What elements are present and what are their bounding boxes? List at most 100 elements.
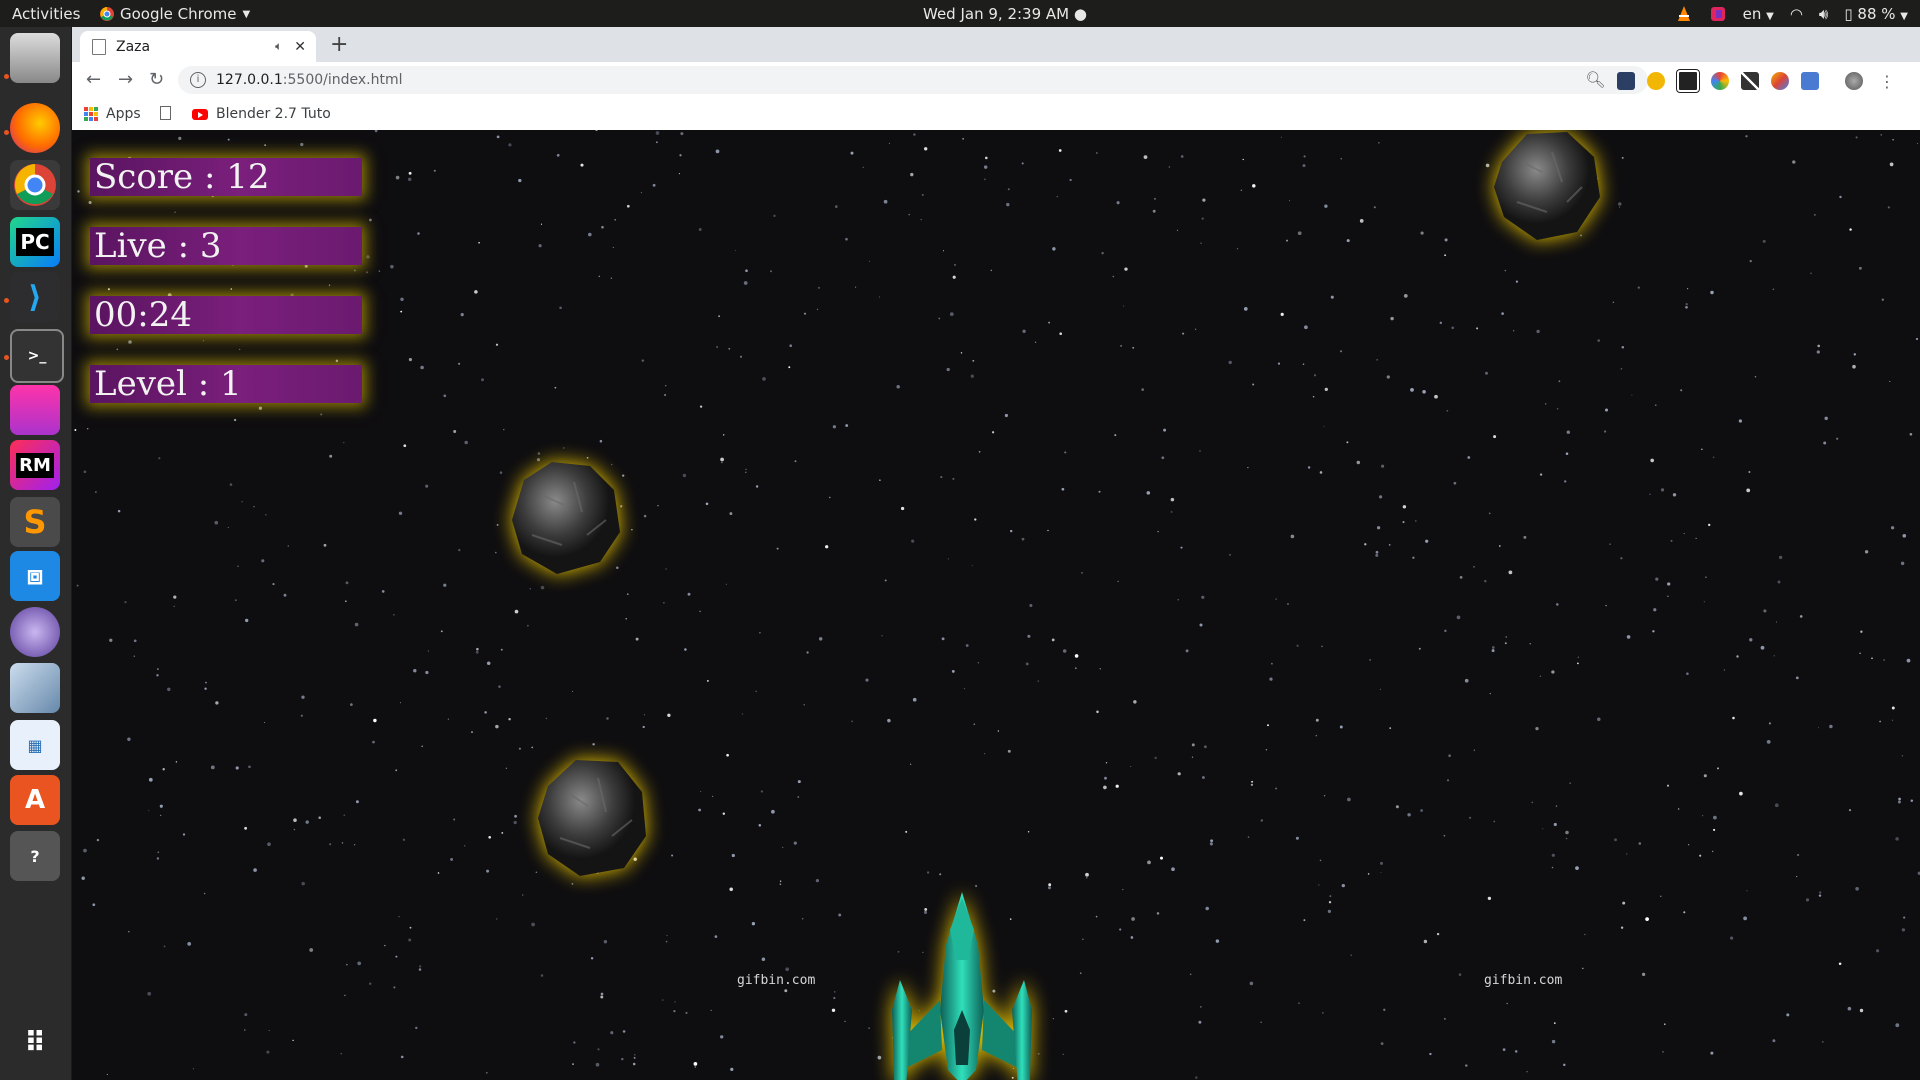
star bbox=[972, 359, 975, 362]
star bbox=[1667, 595, 1669, 598]
star bbox=[731, 853, 735, 858]
new-tab-button[interactable]: + bbox=[330, 32, 348, 57]
star bbox=[1124, 267, 1128, 271]
audio-icon[interactable]: 🔈︎ bbox=[275, 39, 282, 54]
forward-icon[interactable]: → bbox=[118, 69, 133, 90]
star bbox=[1523, 535, 1527, 539]
activities-button[interactable]: Activities bbox=[12, 5, 80, 23]
vscode-icon[interactable]: ⟩ bbox=[10, 272, 60, 322]
app-menu[interactable]: Google Chrome ▼ bbox=[100, 5, 250, 23]
tab-zaza[interactable]: Zaza 🔈︎ ✕ bbox=[80, 31, 316, 62]
star bbox=[381, 590, 385, 593]
software-icon[interactable]: A bbox=[10, 775, 60, 825]
eclipse-icon[interactable] bbox=[10, 607, 60, 657]
star bbox=[1418, 647, 1421, 650]
extension-icon[interactable] bbox=[1647, 72, 1665, 90]
extension-icon[interactable] bbox=[1801, 72, 1819, 90]
star bbox=[1052, 247, 1056, 251]
star bbox=[758, 824, 762, 827]
terminal-icon[interactable]: >_ bbox=[10, 329, 64, 383]
address-bar[interactable]: i 127.0.0.1:5500/index.html 🔍︎ ☆ bbox=[178, 66, 1648, 94]
star bbox=[1730, 936, 1734, 940]
extension-icon[interactable] bbox=[1677, 70, 1699, 92]
star bbox=[117, 509, 121, 513]
star bbox=[1027, 634, 1031, 638]
star bbox=[1553, 1022, 1556, 1024]
firefox-icon[interactable] bbox=[10, 103, 60, 153]
star bbox=[1062, 1053, 1064, 1055]
menu-icon[interactable]: ⋮ bbox=[1879, 72, 1895, 91]
clock[interactable]: Wed Jan 9, 2:39 AM ● bbox=[923, 5, 1087, 23]
bookmark-blank[interactable] bbox=[160, 106, 171, 120]
volume-icon[interactable]: 🔊︎ bbox=[1819, 5, 1828, 23]
info-icon[interactable]: i bbox=[190, 72, 206, 88]
language-indicator[interactable]: en ▼ bbox=[1743, 5, 1774, 23]
star bbox=[253, 868, 257, 872]
eyedropper-icon[interactable] bbox=[1741, 72, 1759, 90]
app-icon[interactable] bbox=[10, 385, 60, 435]
star bbox=[939, 873, 942, 876]
star bbox=[832, 425, 837, 429]
star bbox=[159, 804, 163, 808]
star bbox=[554, 386, 557, 389]
chrome-dock-item[interactable] bbox=[10, 160, 60, 210]
star bbox=[755, 485, 759, 488]
pycharm-icon[interactable]: PC bbox=[10, 217, 60, 267]
close-icon[interactable]: ✕ bbox=[294, 39, 306, 55]
rubymine-icon[interactable]: RM bbox=[10, 440, 60, 490]
star bbox=[1312, 396, 1315, 398]
star bbox=[900, 506, 905, 511]
files-icon[interactable] bbox=[10, 33, 60, 83]
star bbox=[1205, 906, 1209, 911]
star bbox=[974, 518, 977, 521]
sublime-icon[interactable]: S bbox=[10, 497, 60, 547]
wifi-icon[interactable]: ◠ bbox=[1790, 5, 1803, 23]
star bbox=[1327, 909, 1332, 914]
star bbox=[127, 737, 131, 741]
remote-icon[interactable]: ⧈ bbox=[10, 551, 60, 601]
star bbox=[1584, 933, 1586, 936]
bookmark-apps[interactable]: Apps bbox=[84, 106, 141, 122]
star bbox=[156, 668, 159, 671]
extension-icon[interactable] bbox=[1617, 72, 1635, 90]
vlc-icon[interactable] bbox=[1675, 5, 1693, 23]
color-picker-icon[interactable] bbox=[1711, 72, 1729, 90]
star bbox=[1297, 231, 1302, 236]
avatar[interactable] bbox=[1845, 72, 1863, 90]
star bbox=[1200, 242, 1202, 245]
reload-icon[interactable]: ↻ bbox=[149, 69, 164, 90]
star bbox=[1491, 646, 1495, 649]
star bbox=[1252, 383, 1255, 386]
star bbox=[1545, 403, 1547, 405]
star bbox=[1701, 448, 1703, 450]
bookmark-blender[interactable]: Blender 2.7 Tuto bbox=[192, 106, 331, 122]
star bbox=[761, 957, 766, 962]
app-tray-icon[interactable] bbox=[1709, 5, 1727, 23]
star bbox=[369, 218, 372, 222]
star bbox=[1900, 561, 1905, 566]
zoom-icon[interactable]: 🔍︎ bbox=[1585, 70, 1605, 89]
help-icon[interactable]: ? bbox=[10, 831, 60, 881]
system-tray[interactable]: en ▼ ◠ 🔊︎ ▯ 88 % ▼ bbox=[1675, 5, 1908, 23]
star bbox=[973, 723, 976, 725]
star bbox=[1551, 1039, 1556, 1044]
star bbox=[1710, 290, 1714, 295]
game-canvas[interactable]: Score : 12 Live : 3 00:24 Level : 1 gifb… bbox=[72, 130, 1920, 1080]
show-apps-icon[interactable]: ⠿ bbox=[10, 1017, 60, 1067]
star bbox=[484, 711, 487, 714]
score-display: Score : 12 bbox=[90, 158, 362, 196]
virtualbox-icon[interactable] bbox=[10, 663, 60, 713]
url-text[interactable]: 127.0.0.1:5500/index.html bbox=[216, 72, 403, 88]
star bbox=[1539, 675, 1542, 677]
star bbox=[400, 310, 403, 313]
star bbox=[1434, 394, 1438, 399]
star bbox=[1323, 425, 1325, 427]
star bbox=[234, 599, 237, 602]
extension-icon[interactable] bbox=[1771, 72, 1789, 90]
document-viewer-icon[interactable]: ▦ bbox=[10, 720, 60, 770]
back-icon[interactable]: ← bbox=[86, 69, 101, 90]
battery-indicator[interactable]: ▯ 88 % ▼ bbox=[1844, 5, 1908, 23]
star bbox=[1902, 533, 1907, 538]
star bbox=[215, 701, 219, 705]
star bbox=[1605, 604, 1607, 607]
